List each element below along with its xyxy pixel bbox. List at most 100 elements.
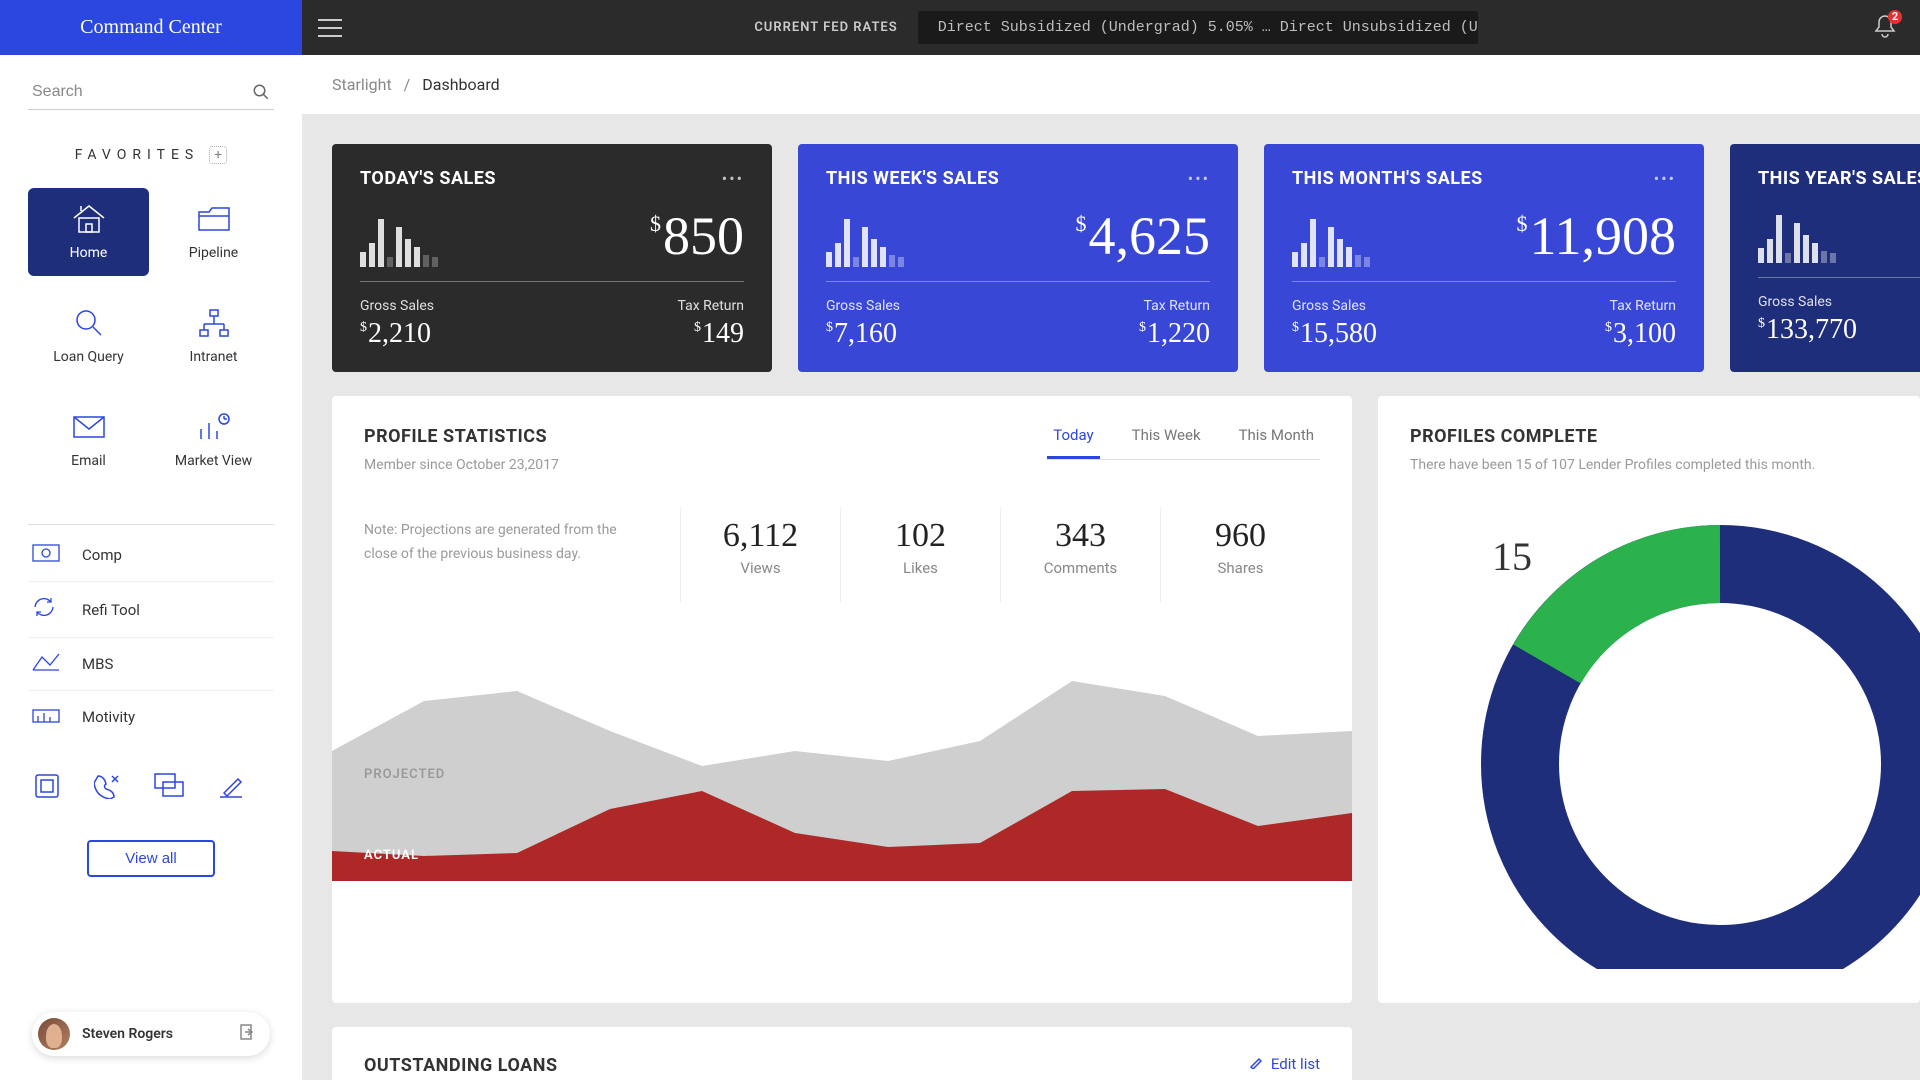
tab-today[interactable]: Today (1047, 426, 1099, 459)
sales-card-year: THIS YEAR'S SALES $105, Gross Sales$133,… (1730, 144, 1920, 372)
main: CURRENT FED RATES Direct Subsidized (Und… (302, 0, 1920, 1080)
gross-label: Gross Sales (360, 298, 434, 314)
user-card[interactable]: Steven Rogers (32, 1012, 270, 1056)
list-item-motivity[interactable]: Motivity (28, 691, 274, 743)
gross-label: Gross Sales (1758, 294, 1857, 310)
money-icon (32, 543, 62, 567)
card-menu-icon[interactable]: ••• (722, 169, 744, 188)
list-label: Comp (82, 546, 122, 564)
avatar (38, 1018, 70, 1050)
sales-card-month: THIS MONTH'S SALES ••• $11,908 Gross Sale… (1264, 144, 1704, 372)
gross-label: Gross Sales (1292, 298, 1377, 314)
trend-icon (32, 652, 62, 676)
chart-icon (197, 411, 231, 443)
divider (28, 524, 274, 525)
sidebar-item-market-view[interactable]: Market View (153, 396, 274, 484)
card-value: $11,908 (1517, 205, 1677, 267)
list-item-refi[interactable]: Refi Tool (28, 582, 274, 638)
tax-value: $3,100 (1605, 318, 1676, 350)
breadcrumb-root[interactable]: Starlight (332, 75, 392, 94)
sidebar-item-home[interactable]: Home (28, 188, 149, 276)
sidebar-item-intranet[interactable]: Intranet (153, 292, 274, 380)
tab-month[interactable]: This Month (1233, 426, 1320, 459)
magnifier-icon (74, 307, 104, 339)
edit-list-button[interactable]: Edit list (1249, 1055, 1320, 1073)
sidebar-item-pipeline[interactable]: Pipeline (153, 188, 274, 276)
topbar: CURRENT FED RATES Direct Subsidized (Und… (302, 0, 1920, 55)
app-title: Command Center (0, 0, 302, 55)
user-name: Steven Rogers (82, 1026, 228, 1042)
fav-label: Loan Query (53, 349, 124, 365)
card-value: $4,625 (1076, 205, 1211, 267)
card-title: THIS YEAR'S SALES (1758, 168, 1920, 189)
note-icon[interactable] (34, 773, 60, 806)
pencil-icon (1249, 1055, 1263, 1073)
gross-value: $15,580 (1292, 318, 1377, 350)
loans-panel: OUTSTANDING LOANS As of 7:00 AM, July 20… (332, 1027, 1352, 1080)
stat-likes: 102Likes (840, 507, 1000, 603)
sparkline-icon (360, 213, 438, 267)
profiles-sub: There have been 15 of 107 Lender Profile… (1410, 457, 1888, 473)
card-menu-icon[interactable]: ••• (1654, 169, 1676, 188)
list-item-mbs[interactable]: MBS (28, 638, 274, 691)
list-item-comp[interactable]: Comp (28, 529, 274, 582)
breadcrumb: Starlight / Dashboard (302, 55, 1920, 114)
card-title: THIS MONTH'S SALES (1292, 168, 1483, 189)
stats-tabs: Today This Week This Month (1047, 426, 1320, 460)
breadcrumb-sep: / (404, 75, 411, 94)
stat-comments: 343Comments (1000, 507, 1160, 603)
menu-toggle-button[interactable] (302, 0, 358, 55)
search-icon[interactable] (252, 83, 270, 105)
sidebar: Command Center FAVORITES + Home Pip (0, 0, 302, 1080)
fav-label: Market View (175, 453, 252, 469)
card-menu-icon[interactable]: ••• (1188, 169, 1210, 188)
gross-value: $133,770 (1758, 314, 1857, 346)
sparkline-icon (1758, 209, 1836, 263)
sparkline-icon (1292, 213, 1370, 267)
tab-week[interactable]: This Week (1126, 426, 1207, 459)
list-label: MBS (82, 655, 113, 673)
panel-title: PROFILE STATISTICS (364, 426, 559, 447)
sales-card-today: TODAY'S SALES ••• $850 Gross Sales$2,210… (332, 144, 772, 372)
phone-icon[interactable] (94, 773, 120, 806)
fav-label: Home (70, 245, 108, 261)
search-input[interactable] (28, 75, 274, 110)
legend-projected: PROJECTED (364, 767, 445, 782)
panel-title: OUTSTANDING LOANS (364, 1055, 558, 1076)
notification-count: 2 (1888, 10, 1902, 24)
folder-icon (197, 203, 231, 235)
search-wrap (28, 75, 274, 110)
list-label: Motivity (82, 708, 135, 726)
view-all-button[interactable]: View all (87, 840, 214, 877)
favorites-grid: Home Pipeline Loan Query Intranet Email (28, 188, 274, 484)
legend-actual: ACTUAL (364, 848, 419, 863)
home-icon (72, 203, 106, 235)
tax-label: Tax Return (1610, 298, 1676, 314)
tax-label: Tax Return (1144, 298, 1210, 314)
stat-row: Note: Projections are generated from the… (364, 507, 1320, 603)
add-favorite-icon[interactable]: + (209, 146, 227, 164)
stat-views: 6,112Views (680, 507, 840, 603)
content: TODAY'S SALES ••• $850 Gross Sales$2,210… (302, 114, 1920, 1080)
sidebar-item-email[interactable]: Email (28, 396, 149, 484)
sidebar-item-loan-query[interactable]: Loan Query (28, 292, 149, 380)
chat-icon[interactable] (154, 773, 184, 806)
tax-value: $149 (694, 318, 744, 350)
gross-label: Gross Sales (826, 298, 900, 314)
sales-card-week: THIS WEEK'S SALES••• $4,625 Gross Sales$… (798, 144, 1238, 372)
edit-icon[interactable] (218, 773, 244, 806)
notifications-button[interactable]: 2 (1874, 14, 1896, 42)
rates-label: CURRENT FED RATES (754, 20, 897, 35)
breadcrumb-current: Dashboard (422, 75, 499, 94)
member-since: Member since October 23,2017 (364, 457, 559, 473)
card-title: TODAY'S SALES (360, 168, 496, 189)
fav-label: Intranet (190, 349, 238, 365)
sparkline-icon (826, 213, 904, 267)
panels-row: PROFILE STATISTICS Member since October … (332, 396, 1920, 1003)
fav-label: Email (71, 453, 106, 469)
area-chart: PROJECTED ACTUAL (332, 627, 1352, 881)
tax-label: Tax Return (678, 298, 744, 314)
logout-icon[interactable] (240, 1024, 256, 1044)
mail-icon (72, 411, 106, 443)
list-label: Refi Tool (82, 601, 140, 619)
